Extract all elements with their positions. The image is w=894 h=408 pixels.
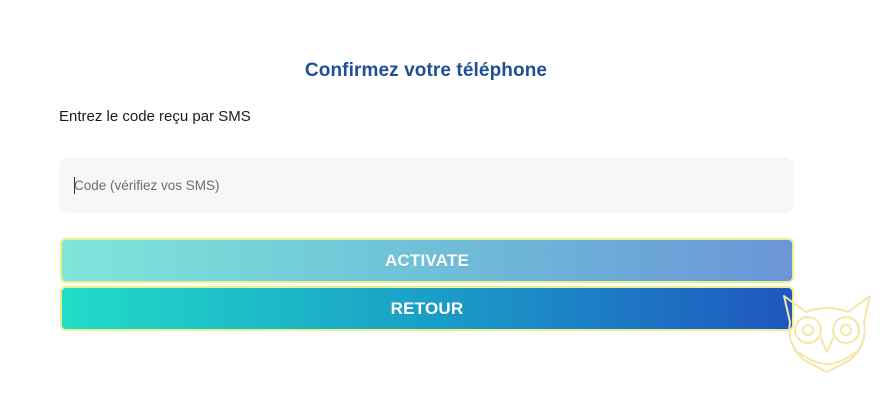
- code-field-container[interactable]: [59, 157, 794, 213]
- back-button[interactable]: RETOUR: [60, 286, 794, 331]
- activate-button[interactable]: ACTIVATE: [60, 238, 794, 283]
- sms-code-input[interactable]: [74, 157, 774, 213]
- sms-instruction-text: Entrez le code reçu par SMS: [59, 108, 251, 125]
- phone-confirmation-page: Confirmez votre téléphone Entrez le code…: [0, 0, 894, 408]
- owl-logo-icon: [783, 295, 871, 373]
- text-caret: [74, 177, 75, 194]
- page-title: Confirmez votre téléphone: [304, 60, 548, 81]
